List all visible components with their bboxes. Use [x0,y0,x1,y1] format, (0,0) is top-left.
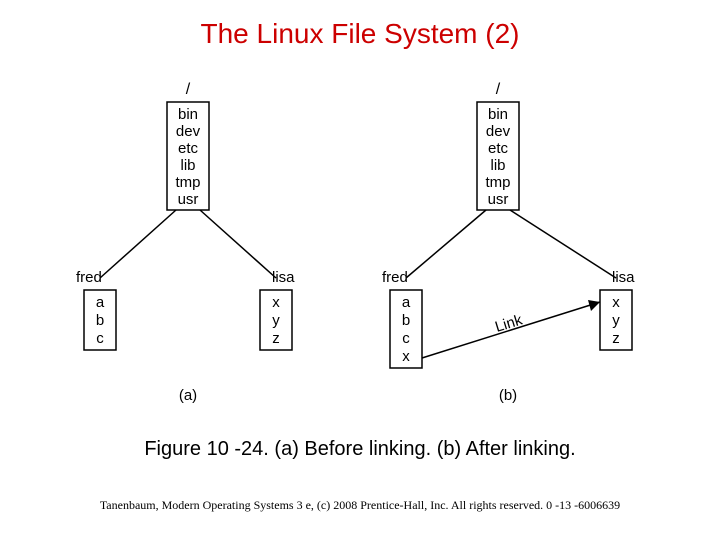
rootdir-a-4: lib [180,157,195,174]
rootdir-b-4: lib [490,157,505,174]
fred-a-2: b [96,312,104,329]
line-a-lisa [200,210,276,278]
root-b: / [496,81,501,98]
panel-label-a: (a) [179,387,197,404]
lisa-b-2: y [612,312,620,329]
fred-label-b: fred [382,269,408,286]
lisa-b-1: x [612,294,620,311]
root-a: / [186,81,191,98]
slide-title: The Linux File System (2) [0,18,720,50]
fred-b-3: c [402,330,410,347]
fred-b-1: a [402,294,411,311]
line-b-lisa [510,210,616,278]
fred-a-1: a [96,294,105,311]
lisa-label-a: lisa [272,269,295,286]
lisa-a-3: z [272,330,280,347]
line-b-fred [406,210,486,278]
fred-label-a: fred [76,269,102,286]
rootdir-a-1: bin [178,106,198,123]
rootdir-b-3: etc [488,140,509,157]
fred-b-4: x [402,348,410,365]
rootdir-b-5: tmp [485,174,510,191]
figure-caption: Figure 10 -24. (a) Before linking. (b) A… [0,438,720,461]
rootdir-b-6: usr [488,191,509,208]
rootdir-a-5: tmp [175,174,200,191]
fred-a-3: c [96,330,104,347]
figure-container: / bin dev etc lib tmp usr fred a b c lis… [60,80,660,410]
fred-b-2: b [402,312,410,329]
lisa-a-2: y [272,312,280,329]
lisa-b-3: z [612,330,620,347]
link-label: Link [493,311,525,335]
rootdir-a-6: usr [178,191,199,208]
rootdir-a-3: etc [178,140,199,157]
line-a-fred [100,210,176,278]
figure-svg: / bin dev etc lib tmp usr fred a b c lis… [60,80,660,410]
lisa-label-b: lisa [612,269,635,286]
slide-footer: Tanenbaum, Modern Operating Systems 3 e,… [0,498,720,513]
link-arrowhead [588,300,600,311]
lisa-a-1: x [272,294,280,311]
rootdir-a-2: dev [176,123,201,140]
slide: The Linux File System (2) / bin dev etc … [0,0,720,540]
panel-label-b: (b) [499,387,517,404]
rootdir-b-1: bin [488,106,508,123]
rootdir-b-2: dev [486,123,511,140]
